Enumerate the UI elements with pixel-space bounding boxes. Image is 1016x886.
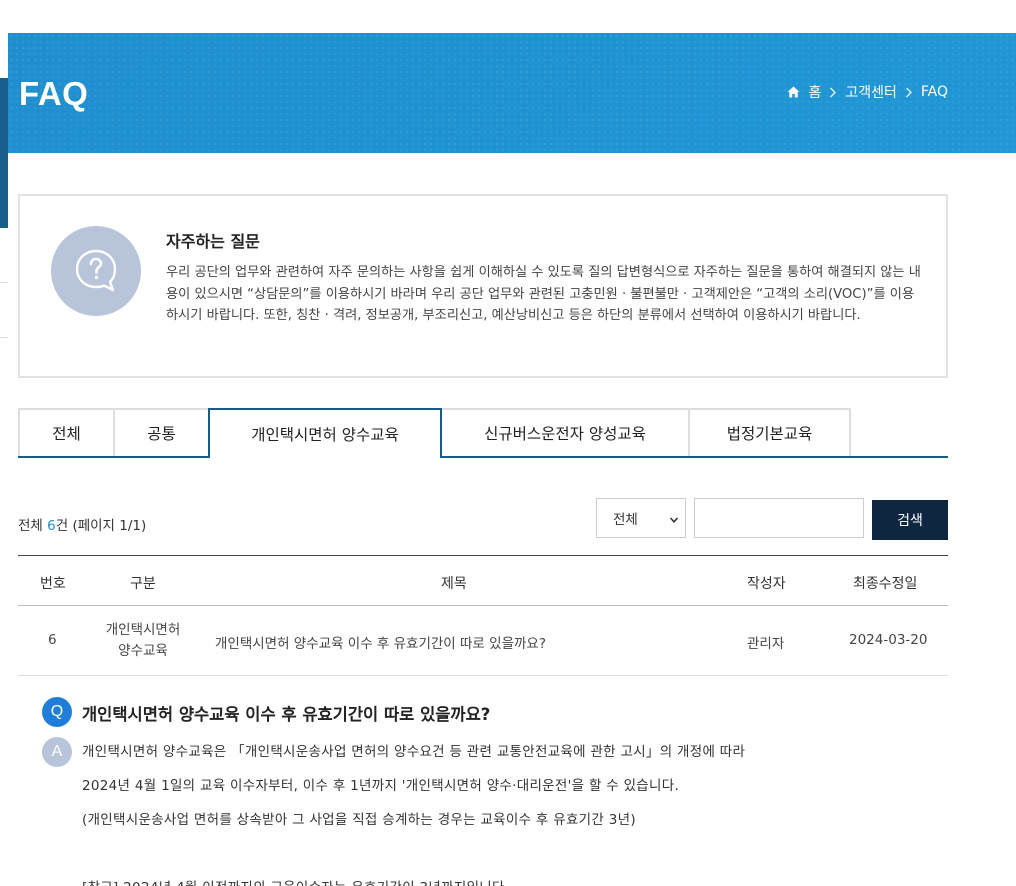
- tab-private-taxi-transfer[interactable]: 개인택시면허 양수교육: [208, 408, 442, 458]
- tab-common[interactable]: 공통: [113, 408, 210, 456]
- count-number: 6: [47, 518, 56, 534]
- home-icon[interactable]: [787, 86, 800, 98]
- row-author: 관리자: [747, 636, 785, 652]
- question-bubble-icon: [51, 226, 141, 316]
- category-tabs: 전체 공통 개인택시면허 양수교육 신규버스운전자 양성교육 법정기본교육: [18, 408, 948, 458]
- faq-table: 번호 구분 제목 작성자 최종수정일 6 개인택시면허 양수교육 개인택시면허 …: [18, 555, 948, 676]
- question-badge: Q: [42, 697, 72, 727]
- side-nav-item-edge: [0, 282, 8, 338]
- breadcrumb-customer-center[interactable]: 고객센터: [845, 82, 897, 102]
- count-prefix: 전체: [18, 518, 48, 534]
- search-field-select[interactable]: 전체: [596, 498, 686, 538]
- row-number: 6: [48, 632, 57, 648]
- header-title: 제목: [441, 576, 467, 592]
- row-date: 2024-03-20: [849, 632, 928, 648]
- side-nav-edge: [0, 78, 8, 228]
- answer-line: (개인택시운송사업 면허를 상속받아 그 사업을 직접 승계하는 경우는 교육이…: [82, 812, 636, 828]
- tab-legal-basic[interactable]: 법정기본교육: [688, 408, 851, 456]
- tab-new-bus-driver[interactable]: 신규버스운전자 양성교육: [440, 408, 690, 456]
- breadcrumb-faq[interactable]: FAQ: [921, 84, 948, 100]
- count-suffix: 건 (페이지 1/1): [55, 518, 147, 534]
- row-title-link[interactable]: 개인택시면허 양수교육 이수 후 유효기간이 따로 있을까요?: [215, 632, 546, 652]
- answer-line: 2024년 4월 1일의 교육 이수자부터, 이수 후 1년까지 '개인택시면허…: [82, 778, 680, 794]
- tabs-underline: [18, 456, 948, 458]
- select-value: 전체: [613, 512, 638, 528]
- search-button[interactable]: 검색: [872, 500, 948, 540]
- header-date: 최종수정일: [853, 576, 918, 592]
- chevron-right-icon: [905, 87, 913, 98]
- header-no: 번호: [40, 576, 66, 592]
- table-row[interactable]: 6 개인택시면허 양수교육 개인택시면허 양수교육 이수 후 유효기간이 따로 …: [18, 606, 948, 676]
- faq-intro-box: 자주하는 질문 우리 공단의 업무와 관련하여 자주 문의하는 사항을 쉽게 이…: [18, 194, 948, 378]
- breadcrumb-home[interactable]: 홈: [808, 82, 821, 102]
- intro-text: 우리 공단의 업무와 관련하여 자주 문의하는 사항을 쉽게 이해하실 수 있도…: [166, 265, 921, 324]
- top-strip: [0, 0, 1016, 33]
- row-category-line2: 양수교육: [118, 643, 168, 659]
- row-category-line1: 개인택시면허: [105, 622, 181, 638]
- list-count: 전체 6건 (페이지 1/1): [18, 514, 146, 534]
- page-title: FAQ: [19, 75, 89, 112]
- row-category: 개인택시면허 양수교육: [98, 620, 188, 662]
- answer-line: 개인택시면허 양수교육은 「개인택시운송사업 면허의 양수요건 등 관련 교통안…: [82, 744, 746, 760]
- table-header: 번호 구분 제목 작성자 최종수정일: [18, 555, 948, 606]
- search-input[interactable]: [694, 498, 864, 538]
- header-author: 작성자: [747, 576, 786, 592]
- question-text: 개인택시면허 양수교육 이수 후 유효기간이 따로 있을까요?: [82, 705, 491, 724]
- tab-all[interactable]: 전체: [18, 408, 115, 456]
- answer-note: [참고] 2024년 4월 이전까지의 교육이수자는 유효기간이 3년까지입니다…: [82, 876, 509, 886]
- chevron-down-icon: [669, 513, 679, 529]
- breadcrumb: 홈 고객센터 FAQ: [787, 82, 948, 102]
- intro-title: 자주하는 질문: [166, 232, 260, 251]
- header-category: 구분: [130, 576, 156, 592]
- chevron-right-icon: [829, 87, 837, 98]
- page-header-banner: FAQ 홈 고객센터 FAQ: [8, 33, 1016, 153]
- answer-badge: A: [42, 737, 72, 767]
